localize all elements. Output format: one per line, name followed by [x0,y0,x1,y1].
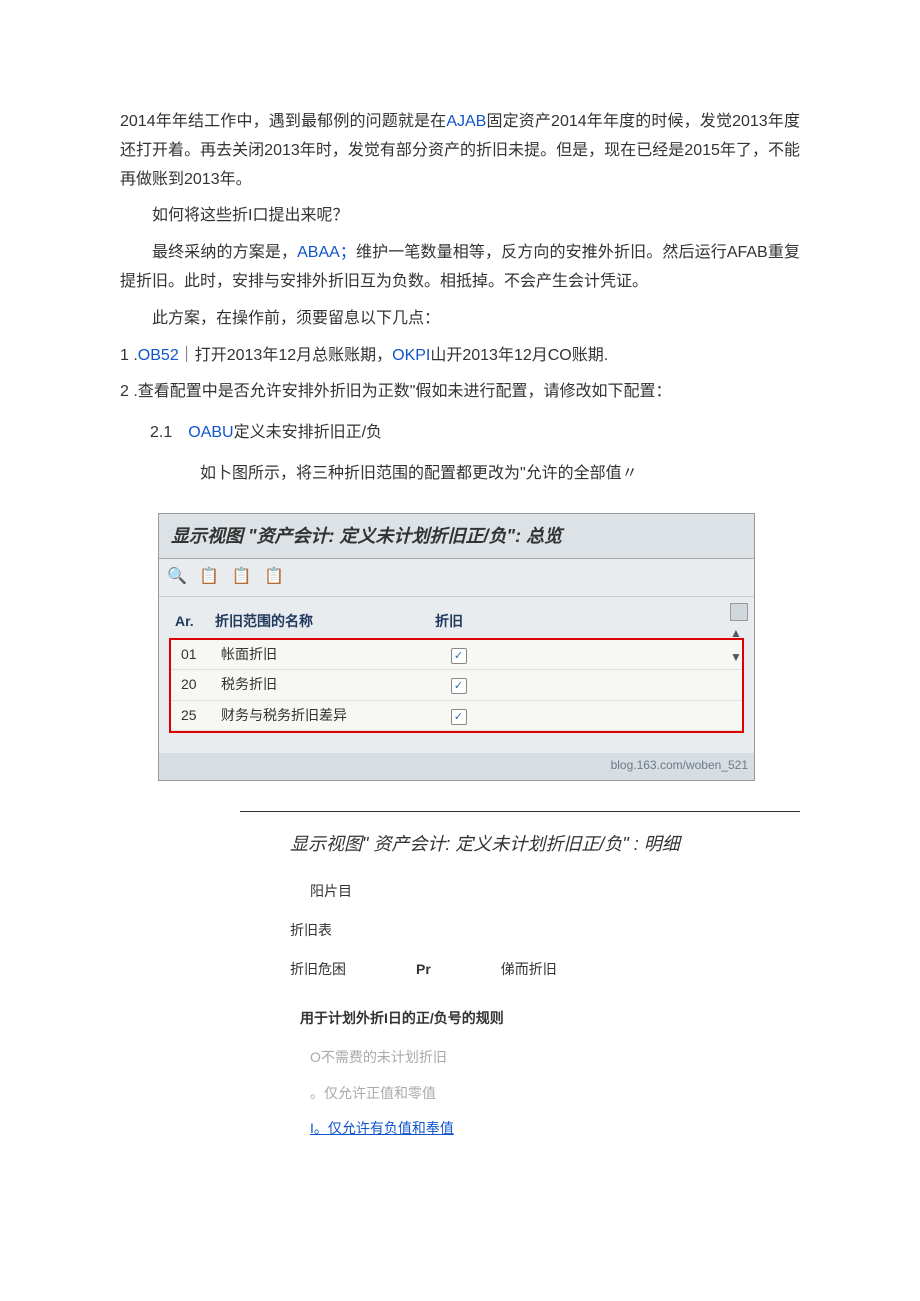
detail-label-deptable: 折旧表 [290,918,800,943]
list-item-2: 2 .查看配置中是否允许安排外折旧为正数"假如未进行配置，请修改如下配置： [120,378,800,407]
paragraph-2: 如何将这些折I口提出来呢？ [120,202,800,231]
text: 2014年年结工作中，遇到最郁例的问题就是在 [120,113,446,130]
sap-window-title: 显示视图 "资产会计: 定义未计划折旧正/负": 总览 [159,514,754,559]
list-item-1: 1 .OB52｜打开2013年12月总账账期，OKPI山开2013年12月CO账… [120,342,800,371]
radio-option-2[interactable]: 。仅允许正值和零值 [310,1081,800,1106]
sap-toolbar[interactable]: 🔍 📋 📋 📋 [159,559,754,597]
table-row[interactable]: 01 帐面折旧 ✓ [171,640,742,670]
divider [240,811,800,812]
text: 定义未安排折旧正/负 [234,424,382,441]
link-abaa[interactable]: ABAA； [297,244,356,261]
text: 山开2013年12月CO账期. [430,347,608,364]
text: 如何将这些折I口提出来呢？ [152,207,348,224]
sub-item-2-1: 2.1 OABU定义未安排折旧正/负 [150,419,800,448]
sap-detail-title: 显示视图" 资产会计: 定义未计划折旧正/负" : 明细 [290,828,800,860]
paragraph-1: 2014年年结工作中，遇到最郁例的问题就是在AJAB固定资产2014年年度的时候… [120,108,800,194]
radio-option-1[interactable]: O不需费的未计划折旧 [310,1045,800,1070]
detail-label-depname: 俤而折旧 [501,957,557,982]
sap-overview-screenshot: 显示视图 "资产会计: 定义未计划折旧正/负": 总览 🔍 📋 📋 📋 ▲ ▼ … [158,513,755,782]
rule-section-header: 用于计划外折I日的正/负号的规则 [300,1006,800,1031]
watermark: blog.163.com/woben_521 [159,753,754,781]
detail-label-pr: Pr [416,957,431,982]
detail-line: 阳片目 [310,879,800,904]
cell-ar: 20 [171,672,221,697]
cell-checkbox[interactable]: ✓ [431,642,486,667]
table-row[interactable]: 20 税务折旧 ✓ [171,670,742,700]
paragraph-4: 此方案，在操作前，须要留息以下几点： [120,305,800,334]
col-header-dep: 折旧 [435,609,490,634]
radio-option-3[interactable]: I。仅允许有负值和奉值 [310,1116,800,1141]
sub-item-desc: 如卜图所示，将三种折旧范围的配置都更改为"允许的全部值〃 [200,460,800,489]
table-settings-icon[interactable] [730,603,748,621]
detail-field-row: 折旧危困 Pr 俤而折旧 [290,957,800,982]
paragraph-3: 最终采纳的方案是，ABAA；维护一笔数量相等，反方向的安推外折旧。然后运行AFA… [120,239,800,297]
link-ob52[interactable]: OB52 [138,347,179,364]
highlighted-rows: 01 帐面折旧 ✓ 20 税务折旧 ✓ 25 财务与税务折旧差异 ✓ [169,638,744,733]
detail-label-area: 折旧危困 [290,957,346,982]
cell-ar: 25 [171,703,221,728]
cell-checkbox[interactable]: ✓ [431,703,486,728]
link-oabu[interactable]: OABU [188,424,233,441]
sap-table: ▲ ▼ Ar. 折旧范围的名称 折旧 01 帐面折旧 ✓ 20 税务折旧 ✓ 2… [159,597,754,753]
text: ｜打开2013年12月总账账期， [179,347,392,364]
link-okpi[interactable]: OKPI [392,347,430,364]
cell-name: 帐面折旧 [221,642,431,667]
col-header-name: 折旧范围的名称 [215,609,435,634]
text: 最终采纳的方案是， [152,244,297,261]
scroll-down-icon[interactable]: ▼ [730,647,748,669]
text: 如卜图所示，将三种折旧范围的配置都更改为"允许的全部值〃 [200,465,638,482]
text: 1 . [120,347,138,364]
table-row[interactable]: 25 财务与税务折旧差异 ✓ [171,701,742,731]
link-ajab[interactable]: AJAB [446,113,486,130]
text: 2 .查看配置中是否允许安排外折旧为正数"假如未进行配置，请修改如下配置： [120,383,671,400]
scroll-up-icon[interactable]: ▲ [730,623,748,645]
text: 2.1 [150,424,188,441]
table-header-row: Ar. 折旧范围的名称 折旧 [169,605,744,638]
cell-ar: 01 [171,642,221,667]
text: 此方案，在操作前，须要留息以下几点： [152,310,440,327]
cell-name: 财务与税务折旧差异 [221,703,431,728]
cell-checkbox[interactable]: ✓ [431,672,486,697]
col-header-ar: Ar. [169,609,215,634]
cell-name: 税务折旧 [221,672,431,697]
